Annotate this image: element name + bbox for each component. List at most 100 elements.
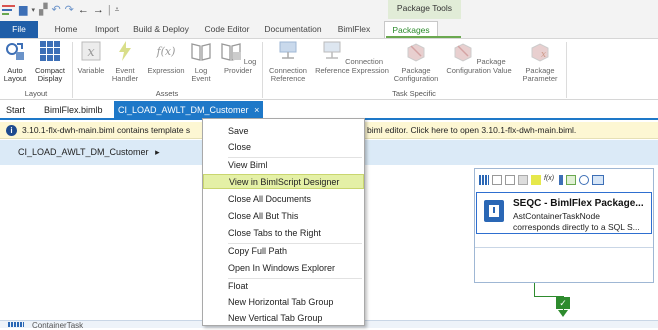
assets-group-label: Assets <box>155 89 179 98</box>
forward-arrow-icon[interactable]: → <box>93 4 104 16</box>
function-icon[interactable]: f(x) <box>544 175 556 185</box>
menu-item-view-biml[interactable]: View Biml <box>203 158 364 173</box>
search-icon[interactable] <box>579 175 589 185</box>
menu-item-close-all-but-this[interactable]: Close All But This <box>203 209 364 224</box>
package-parameter-button[interactable]: x Package Parameter <box>518 40 562 84</box>
title-bar: ▆ ▾ ▞ ↶ ↷ ← → | ⩡ Package Tools <box>0 0 658 21</box>
info-icon[interactable] <box>559 175 563 185</box>
customize-qat-icon[interactable]: ⩡ <box>115 5 120 15</box>
undo-icon[interactable]: ↶ <box>51 3 60 16</box>
connection-expression-icon <box>323 41 341 59</box>
connection-icon <box>279 41 297 59</box>
chevron-right-icon: ▸ <box>155 147 160 157</box>
connection-reference-expression-button[interactable]: Connection Reference Expression <box>312 40 392 75</box>
checkbox-icon[interactable] <box>566 175 576 185</box>
book-icon <box>191 43 211 61</box>
auto-layout-label: Auto Layout <box>3 65 27 83</box>
breadcrumb-item[interactable]: CI_LOAD_AWLT_DM_Customer ▸ <box>18 147 160 158</box>
variable-icon[interactable] <box>518 175 528 185</box>
event-handler-label: Event Handler <box>111 65 139 83</box>
menu-item-view-in-bimlscript-designer[interactable]: View in BimlScript Designer <box>203 174 364 189</box>
expression-button[interactable]: f(x) Expression <box>144 40 188 75</box>
back-arrow-icon[interactable]: ← <box>78 4 89 16</box>
svg-text:f(x): f(x) <box>156 45 176 58</box>
ribbon: Auto Layout Compact Display Layout x Var… <box>0 38 658 100</box>
container-icon <box>8 322 24 327</box>
log-event-button[interactable]: Log Event <box>190 40 212 84</box>
connector-line <box>534 283 535 297</box>
compact-display-icon <box>40 41 60 61</box>
node-divider <box>475 247 653 248</box>
ribbon-separator <box>566 42 567 98</box>
node-type: AstContainerTaskNode <box>513 211 600 221</box>
svg-text:x: x <box>541 50 546 60</box>
ribbon-separator <box>262 42 263 98</box>
lightning-icon <box>119 41 131 61</box>
new-icon[interactable]: ▞ <box>39 3 47 16</box>
container-node[interactable]: f(x) SEQC - BimlFlex Package... AstConta… <box>474 168 654 283</box>
redo-icon[interactable]: ↷ <box>65 3 74 16</box>
info-text-left: 3.10.1-flx-dwh-main.biml contains templa… <box>22 125 191 135</box>
doc-tab-start[interactable]: Start <box>6 101 25 120</box>
package-configuration-button[interactable]: Package Configuration <box>392 40 440 84</box>
menu-item-close-all-documents[interactable]: Close All Documents <box>203 192 364 207</box>
container-icon[interactable] <box>479 175 489 185</box>
tab-documentation[interactable]: Documentation <box>260 21 326 38</box>
package-parameter-icon: x <box>531 43 549 62</box>
ribbon-tabs: File Home Import Build & Deploy Code Edi… <box>0 21 658 38</box>
tab-code-editor[interactable]: Code Editor <box>198 21 256 38</box>
menu-item-new-horizontal-tab-group[interactable]: New Horizontal Tab Group <box>203 295 364 310</box>
tab-home[interactable]: Home <box>46 21 86 38</box>
auto-layout-button[interactable]: Auto Layout <box>2 40 28 84</box>
svg-text:x: x <box>87 45 95 60</box>
event-handler-button[interactable]: Event Handler <box>110 40 140 84</box>
container-task-label: ContainerTask <box>32 321 84 330</box>
connection-reference-button[interactable]: Connection Reference <box>266 40 310 84</box>
doc-tab-bimlflex[interactable]: BimlFlex.bimlb <box>44 101 103 120</box>
menu-item-new-vertical-tab-group[interactable]: New Vertical Tab Group <box>203 311 364 326</box>
package-configuration-label: Package Configuration <box>393 65 439 83</box>
breadcrumb-label: CI_LOAD_AWLT_DM_Customer <box>18 147 149 157</box>
task-specific-group-label: Task Specific <box>392 89 436 98</box>
book-icon[interactable] <box>505 175 515 185</box>
package-configuration-value-button[interactable]: Package Configuration Value <box>444 40 514 75</box>
quick-access-toolbar: ▆ ▾ ▞ ↶ ↷ ← → | ⩡ <box>2 3 119 16</box>
tab-build-deploy[interactable]: Build & Deploy <box>128 21 194 38</box>
info-icon: i <box>6 125 17 136</box>
variable-icon: x <box>81 41 101 61</box>
variable-button[interactable]: x Variable <box>76 40 106 75</box>
info-text-right[interactable]: biml editor. Click here to open 3.10.1-f… <box>367 125 576 135</box>
node-toolbar: f(x) <box>475 169 653 191</box>
success-check-icon: ✓ <box>556 297 570 309</box>
package-parameter-label: Package Parameter <box>522 65 558 83</box>
menu-item-open-in-windows-explorer[interactable]: Open In Windows Explorer <box>203 261 364 276</box>
separator-icon: | <box>107 3 111 16</box>
app-icon <box>2 4 15 16</box>
close-icon[interactable]: × <box>254 105 259 115</box>
tab-bimlflex[interactable]: BimlFlex <box>330 21 378 38</box>
log-provider-button[interactable]: Log Provider <box>218 40 258 75</box>
save-icon[interactable]: ▆ <box>19 3 27 16</box>
lightning-icon[interactable] <box>531 175 541 185</box>
book-icon[interactable] <box>492 175 502 185</box>
log-event-label: Log Event <box>191 65 211 83</box>
menu-item-copy-full-path[interactable]: Copy Full Path <box>203 244 364 259</box>
package-icon <box>407 43 425 62</box>
expression-label: Expression <box>147 65 185 75</box>
menu-item-close[interactable]: Close <box>203 140 364 155</box>
variable-label: Variable <box>77 65 105 75</box>
list-icon[interactable] <box>592 175 604 185</box>
tab-file[interactable]: File <box>0 21 38 38</box>
arrow-down-icon <box>558 310 568 317</box>
menu-item-float[interactable]: Float <box>203 279 364 294</box>
compact-display-button[interactable]: Compact Display <box>32 40 68 84</box>
tab-import[interactable]: Import <box>88 21 126 38</box>
menu-item-close-tabs-to-the-right[interactable]: Close Tabs to the Right <box>203 226 364 241</box>
connection-reference-label: Connection Reference <box>269 65 307 83</box>
doc-tab-active-label: CI_LOAD_AWLT_DM_Customer <box>118 105 249 115</box>
node-content[interactable]: SEQC - BimlFlex Package... AstContainerT… <box>476 192 652 234</box>
log-provider-icon <box>221 43 241 61</box>
menu-item-save[interactable]: Save <box>203 124 364 139</box>
auto-layout-icon <box>6 43 24 60</box>
dropdown-icon[interactable]: ▾ <box>31 6 35 14</box>
